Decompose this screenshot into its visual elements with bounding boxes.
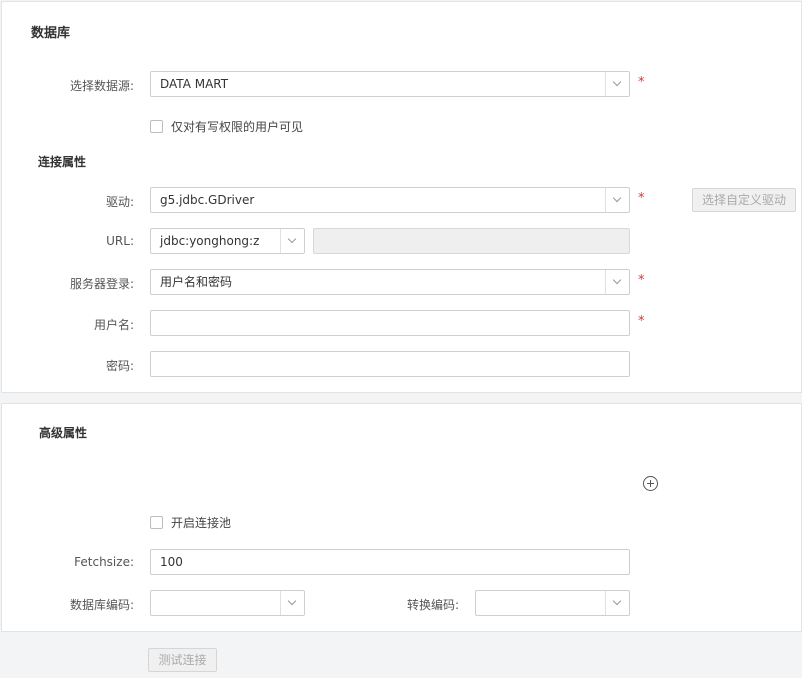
convert-encoding-select[interactable] <box>475 590 630 616</box>
test-connection-button[interactable]: 测试连接 <box>148 648 217 672</box>
db-encoding-label: 数据库编码: <box>69 598 134 612</box>
db-encoding-select[interactable] <box>150 590 305 616</box>
convert-encoding-label: 转换编码: <box>406 598 459 612</box>
chevron-down-icon[interactable] <box>605 72 629 96</box>
circle-plus-icon[interactable] <box>643 476 658 491</box>
datasource-label: 选择数据源: <box>69 79 134 93</box>
username-label: 用户名: <box>93 318 134 332</box>
chevron-down-icon[interactable] <box>605 188 629 212</box>
connection-pool-label: 开启连接池 <box>171 516 232 530</box>
connection-section-title: 连接属性 <box>38 155 87 169</box>
url-prefix-select[interactable]: jdbc:yonghong:z <box>150 228 305 254</box>
password-input[interactable] <box>150 351 630 377</box>
username-input[interactable] <box>150 310 630 336</box>
chevron-down-icon[interactable] <box>280 229 304 253</box>
connection-pool-checkbox[interactable] <box>150 516 163 529</box>
login-value: 用户名和密码 <box>160 275 233 289</box>
datasource-value: DATA MART <box>160 77 229 91</box>
url-input[interactable] <box>313 228 630 254</box>
required-mark: * <box>638 75 645 90</box>
chevron-down-icon[interactable] <box>280 591 304 615</box>
required-mark: * <box>638 314 645 329</box>
required-mark: * <box>638 273 645 288</box>
advanced-panel: 高级属性 开启连接池 Fetchsize: 100 数据库编码: 转换编码: <box>1 403 802 632</box>
write-only-checkbox[interactable] <box>150 120 163 133</box>
url-prefix-value: jdbc:yonghong:z <box>160 234 260 248</box>
driver-select[interactable]: g5.jdbc.GDriver <box>150 187 630 213</box>
advanced-title: 高级属性 <box>39 426 88 440</box>
database-title: 数据库 <box>31 26 71 41</box>
fetchsize-input[interactable]: 100 <box>150 549 630 575</box>
login-select[interactable]: 用户名和密码 <box>150 269 630 295</box>
fetchsize-label: Fetchsize: <box>74 555 134 569</box>
database-panel: 数据库 选择数据源: DATA MART * 仅对有写权限的用户可见 连接属性 … <box>1 1 802 393</box>
chevron-down-icon[interactable] <box>605 270 629 294</box>
password-label: 密码: <box>105 359 134 373</box>
driver-label: 驱动: <box>105 195 134 209</box>
custom-driver-button[interactable]: 选择自定义驱动 <box>692 188 796 212</box>
chevron-down-icon[interactable] <box>605 591 629 615</box>
driver-value: g5.jdbc.GDriver <box>160 193 255 207</box>
write-only-label: 仅对有写权限的用户可见 <box>171 120 304 134</box>
required-mark: * <box>638 191 645 206</box>
login-label: 服务器登录: <box>69 277 134 291</box>
datasource-select[interactable]: DATA MART <box>150 71 630 97</box>
url-label: URL: <box>106 234 134 248</box>
